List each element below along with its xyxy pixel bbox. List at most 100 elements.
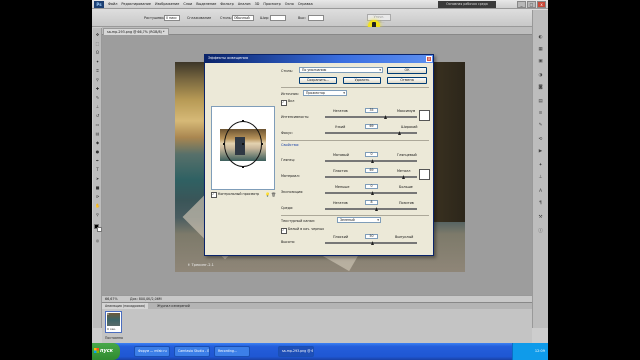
light-handle[interactable] [242, 166, 244, 168]
dialog-close-button[interactable]: x [426, 56, 432, 62]
ambience-slider-thumb[interactable] [375, 207, 378, 211]
layers-panel-icon[interactable]: ▤ [536, 98, 545, 105]
clone-stamp-tool-icon[interactable]: ⊥ [94, 104, 101, 109]
trash-icon[interactable]: 🗑 [271, 192, 276, 197]
menu-window[interactable]: Окно [285, 2, 294, 6]
light-handle[interactable] [223, 143, 225, 145]
maximize-button[interactable]: □ [527, 1, 536, 8]
blur-tool-icon[interactable]: ◆ [94, 140, 101, 145]
save-button[interactable]: Сохранить... [299, 77, 337, 84]
height-value[interactable]: 50 [365, 234, 378, 239]
document-tab[interactable]: sa-mp-293.png @ 66,7% (RGB/8) * [103, 28, 169, 35]
light-handle[interactable] [242, 120, 244, 122]
material-slider[interactable] [325, 175, 417, 179]
intensity-slider[interactable] [325, 115, 417, 119]
dodge-tool-icon[interactable]: ● [94, 149, 101, 154]
marquee-tool-icon[interactable]: ⬚ [94, 41, 101, 46]
focus-slider[interactable] [325, 131, 417, 135]
ok-button[interactable]: ОК [387, 67, 427, 74]
ambient-color-swatch[interactable] [419, 169, 430, 180]
menu-select[interactable]: Выделение [196, 2, 216, 6]
actions-panel-icon[interactable]: ▶ [536, 148, 545, 155]
loop-option[interactable]: Постоянно [105, 336, 123, 340]
light-on-checkbox[interactable]: Вкл [281, 99, 294, 106]
delete-button[interactable]: Удалить [343, 77, 381, 84]
eraser-tool-icon[interactable]: ▭ [94, 122, 101, 127]
light-type-select[interactable]: Прожектор [303, 90, 347, 96]
color-swatches[interactable] [94, 224, 102, 232]
height-input[interactable] [308, 15, 324, 21]
preview-checkbox[interactable]: Контрольный просмотр [211, 192, 259, 198]
focus-slider-thumb[interactable] [398, 131, 401, 135]
start-button[interactable]: пуск [92, 343, 120, 360]
move-tool-icon[interactable]: ✥ [94, 32, 101, 37]
gloss-slider-thumb[interactable] [371, 159, 374, 163]
style-select[interactable]: По умолчанию [299, 67, 383, 73]
gradient-tool-icon[interactable]: ▤ [94, 131, 101, 136]
type-tool-icon[interactable]: T [94, 167, 101, 172]
menu-image[interactable]: Изображение [155, 2, 179, 6]
magic-wand-tool-icon[interactable]: ✦ [94, 59, 101, 64]
brushes-panel-icon[interactable]: ✦ [536, 162, 545, 169]
color-panel-icon[interactable]: ◐ [536, 34, 545, 41]
light-color-swatch[interactable] [419, 110, 430, 121]
channels-panel-icon[interactable]: ≡ [536, 110, 545, 117]
3d-rotate-tool-icon[interactable]: ⟳ [94, 194, 101, 199]
hand-tool-icon[interactable]: ✋ [94, 203, 101, 208]
pen-tool-icon[interactable]: ✒ [94, 158, 101, 163]
adjustments-panel-icon[interactable]: ◑ [536, 72, 545, 79]
light-center-handle[interactable] [242, 143, 244, 145]
history-brush-tool-icon[interactable]: ↺ [94, 113, 101, 118]
gloss-slider[interactable] [325, 159, 417, 163]
dialog-title-bar[interactable]: Эффекты освещения x [205, 55, 433, 63]
eyedropper-tool-icon[interactable]: ⚲ [94, 77, 101, 82]
quick-mask-icon[interactable]: ◎ [94, 238, 101, 243]
history-panel-icon[interactable]: ⟲ [536, 136, 545, 143]
bulb-icon[interactable]: 💡 [265, 192, 270, 197]
ambience-value[interactable]: 8 [365, 200, 378, 205]
material-slider-thumb[interactable] [402, 175, 405, 179]
menu-analysis[interactable]: Анализ [238, 2, 251, 6]
height-slider-thumb[interactable] [371, 241, 374, 245]
white-is-high-checkbox[interactable]: Белый в кач. черных [281, 227, 324, 234]
menu-help[interactable]: Справка [298, 2, 313, 6]
brush-tool-icon[interactable]: ✎ [94, 95, 101, 100]
menu-layers[interactable]: Слои [183, 2, 192, 6]
masks-panel-icon[interactable]: ◙ [536, 84, 545, 91]
gloss-value[interactable]: 0 [365, 152, 378, 157]
light-preview[interactable] [211, 106, 275, 190]
taskbar-item-recording[interactable]: Recording... [214, 346, 250, 357]
path-selection-tool-icon[interactable]: ➤ [94, 176, 101, 181]
tab-animation[interactable]: Анимация (покадровая) [102, 303, 149, 309]
width-input[interactable] [270, 15, 286, 21]
close-button[interactable]: x [537, 1, 546, 8]
menu-view[interactable]: Просмотр [263, 2, 280, 6]
exposure-slider[interactable] [325, 191, 417, 195]
animation-frame[interactable]: 1 0 сек. [105, 311, 122, 333]
clock[interactable]: 12:09 [535, 349, 545, 353]
feather-input[interactable]: 0 пикс [164, 15, 180, 21]
zoom-level[interactable]: 66,67% [105, 297, 118, 301]
exposure-slider-thumb[interactable] [371, 191, 374, 195]
taskbar-item-photoshop[interactable]: sa-mp-293.png @ 6... [278, 346, 314, 357]
menu-file[interactable]: Файл [108, 2, 117, 6]
ambience-slider[interactable] [325, 207, 417, 211]
healing-tool-icon[interactable]: ✚ [94, 86, 101, 91]
intensity-slider-thumb[interactable] [384, 115, 387, 119]
tab-measurement-log[interactable]: Журнал измерений [154, 303, 193, 309]
exposure-value[interactable]: 0 [365, 184, 378, 189]
smooth-checkbox[interactable]: Сглаживание [187, 16, 211, 20]
character-panel-icon[interactable]: A [536, 188, 545, 195]
tool-presets-panel-icon[interactable]: ⚒ [536, 214, 545, 221]
info-panel-icon[interactable]: ⓘ [536, 228, 545, 235]
minimize-button[interactable]: _ [517, 1, 526, 8]
lasso-tool-icon[interactable]: ʘ [94, 50, 101, 55]
cancel-button[interactable]: Отмена [387, 77, 427, 84]
menu-filter[interactable]: Фильтр [220, 2, 233, 6]
shape-tool-icon[interactable]: ■ [94, 185, 101, 190]
swatches-panel-icon[interactable]: ▦ [536, 46, 545, 53]
taskbar-item-forum[interactable]: Форум — mfair.ru [134, 346, 170, 357]
height-slider[interactable] [325, 241, 417, 245]
styles-panel-icon[interactable]: ▣ [536, 58, 545, 65]
taskbar-item-camtasia[interactable]: Camtasia Studio - Без... [174, 346, 210, 357]
